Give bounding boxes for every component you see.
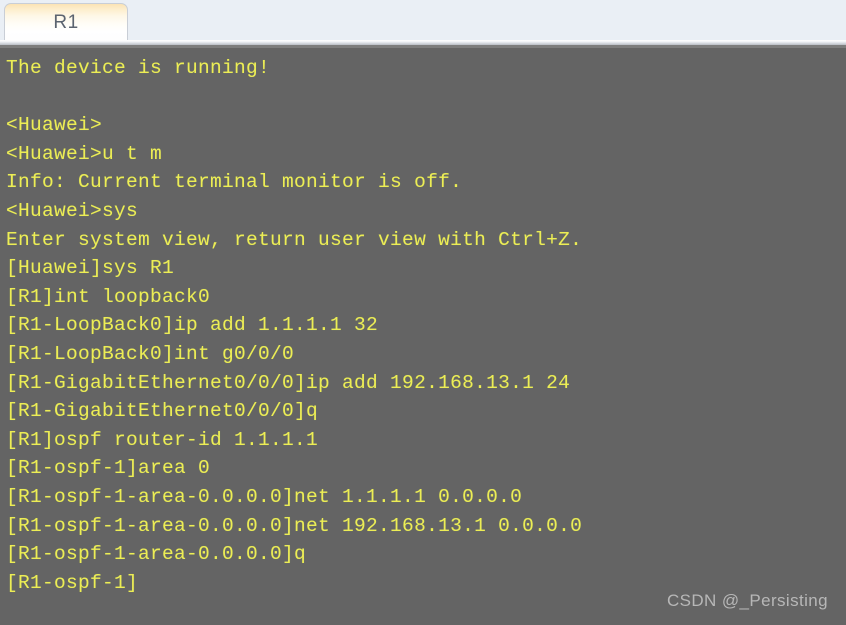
- terminal-output-pane[interactable]: The device is running! <Huawei> <Huawei>u…: [0, 48, 846, 625]
- terminal-line: [R1-ospf-1-area-0.0.0.0]q: [6, 543, 307, 566]
- terminal-line: The device is running!: [6, 57, 271, 79]
- terminal-line: Enter system view, return user view with…: [6, 228, 583, 251]
- terminal-line: [R1]int loopback0: [6, 285, 211, 308]
- terminal-line: <Huawei>sys: [6, 199, 139, 222]
- device-console-window: R1 The device is running! <Huawei> <Huawe…: [0, 0, 846, 625]
- terminal-line: [R1-GigabitEthernet0/0/0]ip add 192.168.…: [6, 371, 571, 394]
- tab-r1[interactable]: R1: [4, 3, 128, 43]
- terminal-line: [R1-GigabitEthernet0/0/0]q: [6, 400, 319, 423]
- terminal-line-list: The device is running! <Huawei> <Huawei>u…: [6, 54, 846, 597]
- terminal-line: [R1-ospf-1-area-0.0.0.0]net 1.1.1.1 0.0.…: [6, 485, 523, 508]
- terminal-line: [R1-LoopBack0]ip add 1.1.1.1 32: [6, 314, 379, 337]
- terminal-line: [R1-ospf-1]area 0: [6, 457, 211, 480]
- terminal-line: [R1-ospf-1-area-0.0.0.0]net 192.168.13.1…: [6, 514, 583, 537]
- tab-bar: R1: [0, 0, 846, 43]
- terminal-line: [R1]ospf router-id 1.1.1.1: [6, 428, 319, 451]
- terminal-line: [Huawei]sys R1: [6, 257, 175, 280]
- terminal-line: Info: Current terminal monitor is off.: [6, 171, 463, 194]
- tab-r1-label: R1: [53, 12, 79, 33]
- terminal-line: <Huawei>u t m: [6, 142, 163, 165]
- watermark: CSDN @_Persisting: [666, 591, 828, 610]
- terminal-line: [R1-LoopBack0]int g0/0/0: [6, 342, 295, 365]
- terminal-line: <Huawei>: [6, 114, 103, 137]
